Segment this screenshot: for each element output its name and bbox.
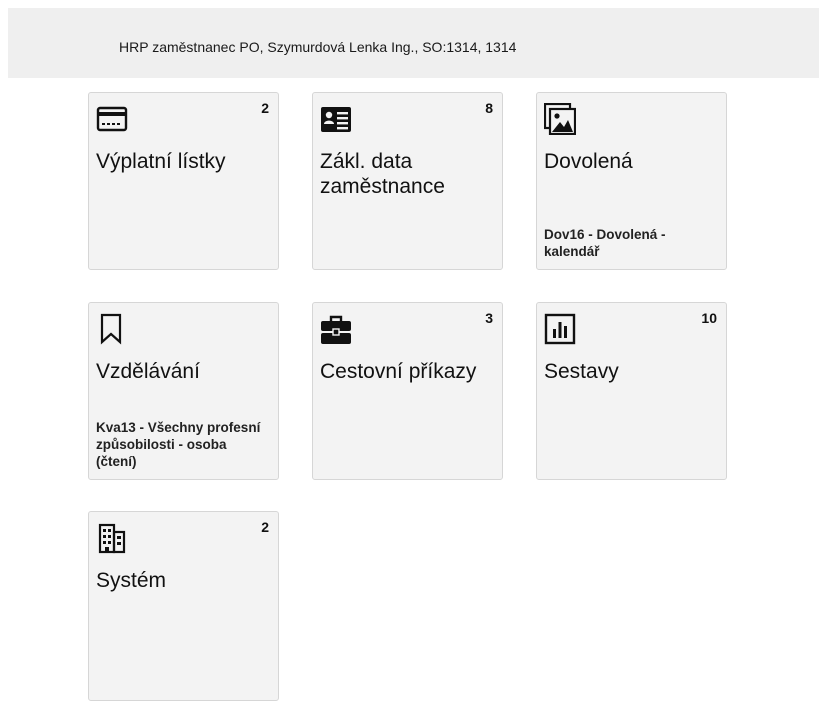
tile-title: Dovolená [544,150,633,173]
bar-chart-icon [544,313,576,345]
tile-dovolena[interactable]: Dovolená Dov16 - Dovolená - kalendář [536,92,727,270]
tile-title: Vzdělávání [96,360,200,383]
tile-count: 8 [485,100,493,116]
tile-vyplatni-listky[interactable]: 2 Výplatní lístky [88,92,279,270]
tile-cestovni-prikazy[interactable]: 3 Cestovní příkazy [312,302,503,480]
building-icon [96,522,128,554]
tile-sestavy[interactable]: 10 Sestavy [536,302,727,480]
bookmark-icon [96,313,128,345]
tile-count: 10 [701,310,717,326]
tile-subtitle: Dov16 - Dovolená - kalendář [544,227,666,259]
tile-zakl-data-zamestnance[interactable]: 8 Zákl. data zaměstnance [312,92,503,270]
images-icon [544,103,576,135]
user-info: HRP zaměstnanec PO, Szymurdová Lenka Ing… [119,39,517,55]
tile-count: 3 [485,310,493,326]
tile-vzdelavani[interactable]: Vzdělávání Kva13 - Všechny profesní způs… [88,302,279,480]
tile-count: 2 [261,519,269,535]
tile-title: Výplatní lístky [96,150,226,173]
briefcase-icon [320,313,352,345]
id-card-icon [320,103,352,135]
tile-count: 2 [261,100,269,116]
credit-card-icon [96,103,128,135]
tile-title: Cestovní příkazy [320,360,477,383]
tile-title: Sestavy [544,360,619,383]
tile-title: Systém [96,569,167,592]
header-bar: HRP zaměstnanec PO, Szymurdová Lenka Ing… [8,8,819,78]
tile-subtitle: Kva13 - Všechny profesní způsobilosti - … [96,420,261,469]
tile-system[interactable]: 2 Systém [88,511,279,701]
tile-title: Zákl. data zaměstnance [320,150,445,198]
